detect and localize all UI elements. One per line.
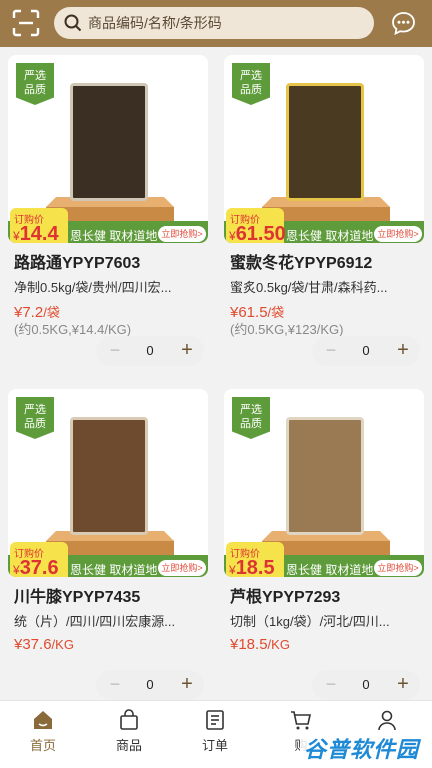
promo-slogan: 恩长健 取材道地 bbox=[70, 563, 158, 577]
quantity-stepper: − 0 + bbox=[312, 336, 420, 366]
quantity-value[interactable]: 0 bbox=[132, 336, 168, 366]
product-card[interactable]: 严选 品质 订购价 ¥37.6 恩长健 取材道地 立即抢购> 川牛膝YPYP743… bbox=[8, 381, 208, 700]
product-name[interactable]: 芦根YPYP7293 bbox=[230, 583, 340, 607]
product-price: ¥18.5/KG bbox=[230, 636, 290, 653]
herb-bag-image bbox=[286, 83, 364, 201]
quantity-stepper: − 0 + bbox=[96, 670, 204, 700]
increase-button[interactable]: + bbox=[390, 670, 416, 700]
product-card[interactable]: 严选 品质 订购价 ¥18.5 恩长健 取材道地 立即抢购> 芦根YPYP7293… bbox=[224, 381, 424, 700]
quantity-value[interactable]: 0 bbox=[132, 670, 168, 700]
quantity-value[interactable]: 0 bbox=[348, 336, 384, 366]
decrease-button[interactable]: − bbox=[102, 670, 128, 700]
herb-bag-image bbox=[70, 83, 148, 201]
search-input[interactable]: 商品编码/名称/条形码 bbox=[54, 7, 374, 39]
product-spec: 切制（1kg/袋）/河北/四川... bbox=[230, 614, 390, 629]
quantity-stepper: − 0 + bbox=[312, 670, 420, 700]
buy-now-button[interactable]: 立即抢购> bbox=[158, 226, 206, 242]
quality-badge: 严选 品质 bbox=[232, 397, 270, 439]
promo-slogan: 恩长健 取材道地 bbox=[70, 229, 158, 243]
product-card[interactable]: 严选 品质 订购价 ¥61.50 恩长健 取材道地 立即抢购> 蜜款冬花YPYP6… bbox=[224, 47, 424, 371]
product-card[interactable]: 严选 品质 订购价 ¥14.4 恩长健 取材道地 立即抢购> 路路通YPYP760… bbox=[8, 47, 208, 371]
promo-price-box: 订购价 ¥18.5 bbox=[226, 542, 284, 577]
quantity-value[interactable]: 0 bbox=[348, 670, 384, 700]
increase-button[interactable]: + bbox=[174, 336, 200, 366]
order-icon bbox=[206, 710, 224, 730]
product-name[interactable]: 路路通YPYP7603 bbox=[14, 249, 140, 273]
increase-button[interactable]: + bbox=[174, 670, 200, 700]
cart-icon bbox=[291, 711, 311, 730]
product-spec: 净制0.5kg/袋/贵州/四川宏... bbox=[14, 280, 172, 295]
quality-badge: 严选 品质 bbox=[16, 63, 54, 105]
search-placeholder: 商品编码/名称/条形码 bbox=[88, 15, 222, 31]
watermark-logo: 谷普软件园 bbox=[300, 730, 426, 764]
buy-now-button[interactable]: 立即抢购> bbox=[374, 560, 422, 576]
tab-products[interactable]: 商品 bbox=[86, 701, 172, 768]
product-image[interactable]: 严选 品质 订购价 ¥14.4 恩长健 取材道地 立即抢购> bbox=[8, 55, 208, 243]
top-bar: 商品编码/名称/条形码 bbox=[0, 0, 432, 47]
product-spec: 统（片）/四川/四川宏康源... bbox=[14, 614, 176, 629]
tab-home[interactable]: 首页 bbox=[0, 701, 86, 768]
buy-now-button[interactable]: 立即抢购> bbox=[158, 560, 206, 576]
home-icon bbox=[34, 711, 52, 729]
product-image[interactable]: 严选 品质 订购价 ¥18.5 恩长健 取材道地 立即抢购> bbox=[224, 389, 424, 577]
product-grid: 严选 品质 订购价 ¥14.4 恩长健 取材道地 立即抢购> 路路通YPYP760… bbox=[0, 47, 432, 700]
promo-price-box: 订购价 ¥37.6 bbox=[10, 542, 68, 577]
promo-price-box: 订购价 ¥61.50 bbox=[226, 208, 286, 243]
user-icon bbox=[378, 710, 396, 731]
herb-bag-image bbox=[70, 417, 148, 535]
decrease-button[interactable]: − bbox=[102, 336, 128, 366]
quantity-stepper: − 0 + bbox=[96, 336, 204, 366]
buy-now-button[interactable]: 立即抢购> bbox=[374, 226, 422, 242]
scan-icon[interactable] bbox=[12, 9, 40, 37]
product-spec: 蜜炙0.5kg/袋/甘肃/森科药... bbox=[230, 280, 388, 295]
decrease-button[interactable]: − bbox=[318, 336, 344, 366]
tab-orders[interactable]: 订单 bbox=[172, 701, 258, 768]
product-name[interactable]: 蜜款冬花YPYP6912 bbox=[230, 249, 372, 273]
increase-button[interactable]: + bbox=[390, 336, 416, 366]
promo-slogan: 恩长健 取材道地 bbox=[286, 229, 374, 243]
product-image[interactable]: 严选 品质 订购价 ¥61.50 恩长健 取材道地 立即抢购> bbox=[224, 55, 424, 243]
quality-badge: 严选 品质 bbox=[16, 397, 54, 439]
product-image[interactable]: 严选 品质 订购价 ¥37.6 恩长健 取材道地 立即抢购> bbox=[8, 389, 208, 577]
product-price: ¥37.6/KG bbox=[14, 636, 74, 653]
herb-bag-image bbox=[286, 417, 364, 535]
search-icon bbox=[64, 14, 82, 32]
decrease-button[interactable]: − bbox=[318, 670, 344, 700]
bag-icon bbox=[120, 709, 138, 730]
product-name[interactable]: 川牛膝YPYP7435 bbox=[14, 583, 140, 607]
message-icon[interactable] bbox=[391, 11, 416, 36]
quality-badge: 严选 品质 bbox=[232, 63, 270, 105]
promo-slogan: 恩长健 取材道地 bbox=[286, 563, 374, 577]
promo-price-box: 订购价 ¥14.4 bbox=[10, 208, 68, 243]
